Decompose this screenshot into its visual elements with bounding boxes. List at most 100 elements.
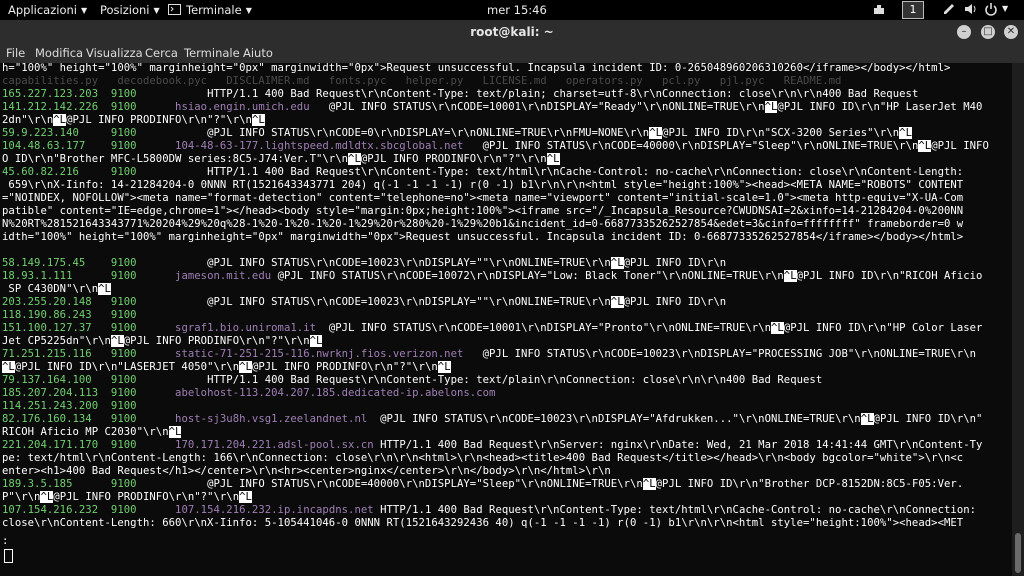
terminal-icon xyxy=(168,4,181,15)
response-text xyxy=(137,101,175,113)
menu-file[interactable]: File xyxy=(6,46,25,60)
control-char: ^L xyxy=(437,361,451,373)
control-char: ^L xyxy=(53,114,67,126)
top-panel: Applicazioni ▼ Posizioni ▼ Terminale ▼ mer … xyxy=(0,0,1024,20)
power-icon[interactable] xyxy=(984,2,998,19)
host-ip-port: 58.149.175.45 9100 xyxy=(2,257,137,269)
terminal-line: capabilities.py decodebook.pyc DISCLAIME… xyxy=(2,75,841,88)
close-icon: ✕ xyxy=(1006,26,1016,37)
host-ip-port: 189.3.5.185 9100 xyxy=(2,478,137,490)
terminal-line: 151.100.127.37 9100 sgraf1.bio.uniroma1.… xyxy=(2,322,982,335)
applications-menu[interactable]: Applicazioni ▼ xyxy=(8,3,87,17)
terminal-line: close\r\nContent-Length: 660\r\nX-Iinfo:… xyxy=(2,517,963,530)
control-char: ^L xyxy=(239,491,252,503)
host-ip-port: 221.204.171.170 9100 xyxy=(2,439,137,451)
maximize-button[interactable]: □ xyxy=(981,25,995,39)
response-text: @PJL INFO ID\r\n"SCX-3200 Series"\r\n xyxy=(662,127,900,139)
terminal-line: 71.251.215.116 9100 static-71-251-215-11… xyxy=(2,348,976,361)
response-text: 2dn"\r\n xyxy=(2,114,54,126)
terminal-line: N%20RT%281521643343771%20204%29%20q%28-1… xyxy=(2,218,963,231)
response-text: N%20RT%281521643343771%20204%29%20q%28-1… xyxy=(2,218,964,230)
response-text: @PJL INFO ID\r\n"LASERJET 4050"\r\n xyxy=(14,361,240,373)
close-button[interactable]: ✕ xyxy=(1004,25,1018,39)
response-text: @PJL INFO STATUS\r\nCODE=40000\r\nDISPLA… xyxy=(136,478,643,490)
terminal-line: 107.154.216.232 9100 107.154.216.232.ip.… xyxy=(2,504,976,517)
menu-edit[interactable]: Modifica xyxy=(35,46,83,60)
window-titlebar[interactable]: root@kali: ~ – □ ✕ xyxy=(0,20,1024,44)
response-text: RICOH Aficio MP C2030"\r\n xyxy=(2,426,169,438)
terminal-line: 82.176.160.134 9100 host-sj3u8h.vsg1.zee… xyxy=(2,413,982,426)
control-char: ^L xyxy=(251,114,265,126)
response-text xyxy=(137,387,175,399)
menu-help[interactable]: Aiuto xyxy=(243,46,273,60)
host-ip-port: 118.190.86.243 9100 xyxy=(2,309,137,321)
menu-bar: File Modifica Visualizza Cerca Terminale… xyxy=(0,44,1024,63)
terminal-line: enter><h1>400 Bad Request</h1></center>\… xyxy=(2,465,611,478)
terminal-line: h="100%" height="100%" marginheight="0px… xyxy=(2,63,950,75)
terminal-line: 104.48.63.177 9100 104-48-63-177.lightsp… xyxy=(2,140,989,153)
terminal-line: SP C430DN"\r\n^L xyxy=(2,283,111,296)
response-text: @PJL INFO ID\r\n"HP LaserJet M40 xyxy=(777,101,983,113)
response-text: @PJL INFO STATUS\r\nCODE=10001\r\nDISPLA… xyxy=(309,101,765,113)
hostname: 107.154.216.232.ip.incapdns.net xyxy=(175,504,374,516)
control-char: ^L xyxy=(40,491,54,503)
response-text: @PJL INFO ID\r\n"Brother DCP-8152DN:8C5-… xyxy=(655,478,964,490)
response-text: @PJL INFO STATUS\r\nCODE=10072\r\nDISPLA… xyxy=(271,270,784,282)
response-text xyxy=(137,439,175,451)
host-ip-port: 185.207.204.113 9100 xyxy=(2,387,137,399)
volume-icon[interactable] xyxy=(964,2,978,19)
response-text: capabilities.py decodebook.pyc DISCLAIME… xyxy=(2,75,842,87)
response-text xyxy=(137,413,175,425)
response-text: HTTP/1.1 400 Bad Request\r\nContent-Type… xyxy=(136,88,919,100)
control-char: ^L xyxy=(899,127,912,139)
hostname: 104-48-63-177.lightspeed.mdldtx.sbcgloba… xyxy=(175,140,464,152)
response-text xyxy=(137,140,175,152)
terminal-line: 118.190.86.243 9100 xyxy=(2,309,137,322)
response-text: ="NOINDEX, NOFOLLOW"><meta name="format-… xyxy=(2,192,964,204)
response-text: @PJL INFO ID\r\n"HP Color Laser xyxy=(783,322,983,334)
menu-terminal[interactable]: Terminale xyxy=(184,46,240,60)
scrollbar-thumb[interactable] xyxy=(1015,533,1021,573)
response-text: @PJL INFO PRODINFO\r\n"?"\r\n xyxy=(360,153,547,165)
response-text: HTTP/1.1 400 Bad Request\r\nContent-Type… xyxy=(136,374,823,386)
response-text xyxy=(137,270,175,282)
control-char: ^L xyxy=(770,322,784,334)
response-text: @PJL INFO STATUS\r\nCODE=10023\r\nDISPLA… xyxy=(136,296,611,308)
control-char: ^L xyxy=(348,153,361,165)
terminal-line: 2dn"\r\n^L@PJL INFO PRODINFO\r\n"?"\r\n^… xyxy=(2,114,265,127)
terminal-line: idth="100%" height="100%" marginheight="… xyxy=(2,231,963,244)
extensions-icon[interactable] xyxy=(872,2,887,19)
terminal-line: pe: text/html\r\nContent-Length: 166\r\n… xyxy=(2,452,963,465)
response-text: O ID\r\n"Brother MFC-L5800DW series:8C5-… xyxy=(2,153,349,165)
terminal-app-menu[interactable]: Terminale ▼ xyxy=(168,3,252,17)
response-text: pe: text/html\r\nContent-Length: 166\r\n… xyxy=(2,452,964,464)
chevron-down-icon: ▼ xyxy=(80,6,88,15)
system-menu-chevron-icon[interactable]: ▼ xyxy=(1002,4,1008,13)
hostname: sgraf1.bio.uniroma1.it xyxy=(175,322,317,334)
terminal-line: 58.149.175.45 9100 @PJL INFO STATUS\r\nC… xyxy=(2,257,726,270)
minimize-button[interactable]: – xyxy=(957,25,971,39)
response-text: @PJL INFO STATUS\r\nCODE=0\r\nDISPLAY=\r… xyxy=(136,127,650,139)
response-text: idth="100%" height="100%" marginheight="… xyxy=(2,231,964,243)
response-text: @PJL INFO ID\r\n"RICOH Aficio xyxy=(796,270,983,282)
terminal-output[interactable]: h="100%" height="100%" marginheight="0px… xyxy=(0,63,1012,576)
response-text: h="100%" height="100%" marginheight="0px… xyxy=(2,63,951,74)
menu-view[interactable]: Visualizza xyxy=(86,46,143,60)
terminal-line: 185.207.204.113 9100 abelohost-113.204.2… xyxy=(2,387,495,400)
response-text: close\r\nContent-Length: 660\r\nX-Iinfo:… xyxy=(2,517,964,529)
workspace-indicator[interactable]: 1 xyxy=(902,1,924,19)
places-menu[interactable]: Posizioni ▼ xyxy=(100,3,160,17)
terminal-line: ^L@PJL INFO ID\r\n"LASERJET 4050"\r\n^L@… xyxy=(2,361,451,374)
text-cursor xyxy=(4,549,13,563)
response-text: @PJL INFO PRODINFO\r\n"?"\r\n xyxy=(66,114,252,126)
terminal-scrollbar[interactable] xyxy=(1012,63,1024,576)
clock[interactable]: mer 15:46 xyxy=(487,3,547,17)
control-char: ^L xyxy=(239,361,252,373)
response-text: 659\r\nX-Iinfo: 14-21284204-0 0NNN RT(15… xyxy=(2,179,964,191)
menu-search[interactable]: Cerca xyxy=(145,46,178,60)
response-text: @PJL INFO ID\r\n" xyxy=(873,413,983,425)
pen-icon[interactable] xyxy=(942,2,956,19)
control-char: ^L xyxy=(309,335,323,347)
host-ip-port: 59.9.223.140 9100 xyxy=(2,127,137,139)
terminal-line: RICOH Aficio MP C2030"\r\n^L xyxy=(2,426,182,439)
